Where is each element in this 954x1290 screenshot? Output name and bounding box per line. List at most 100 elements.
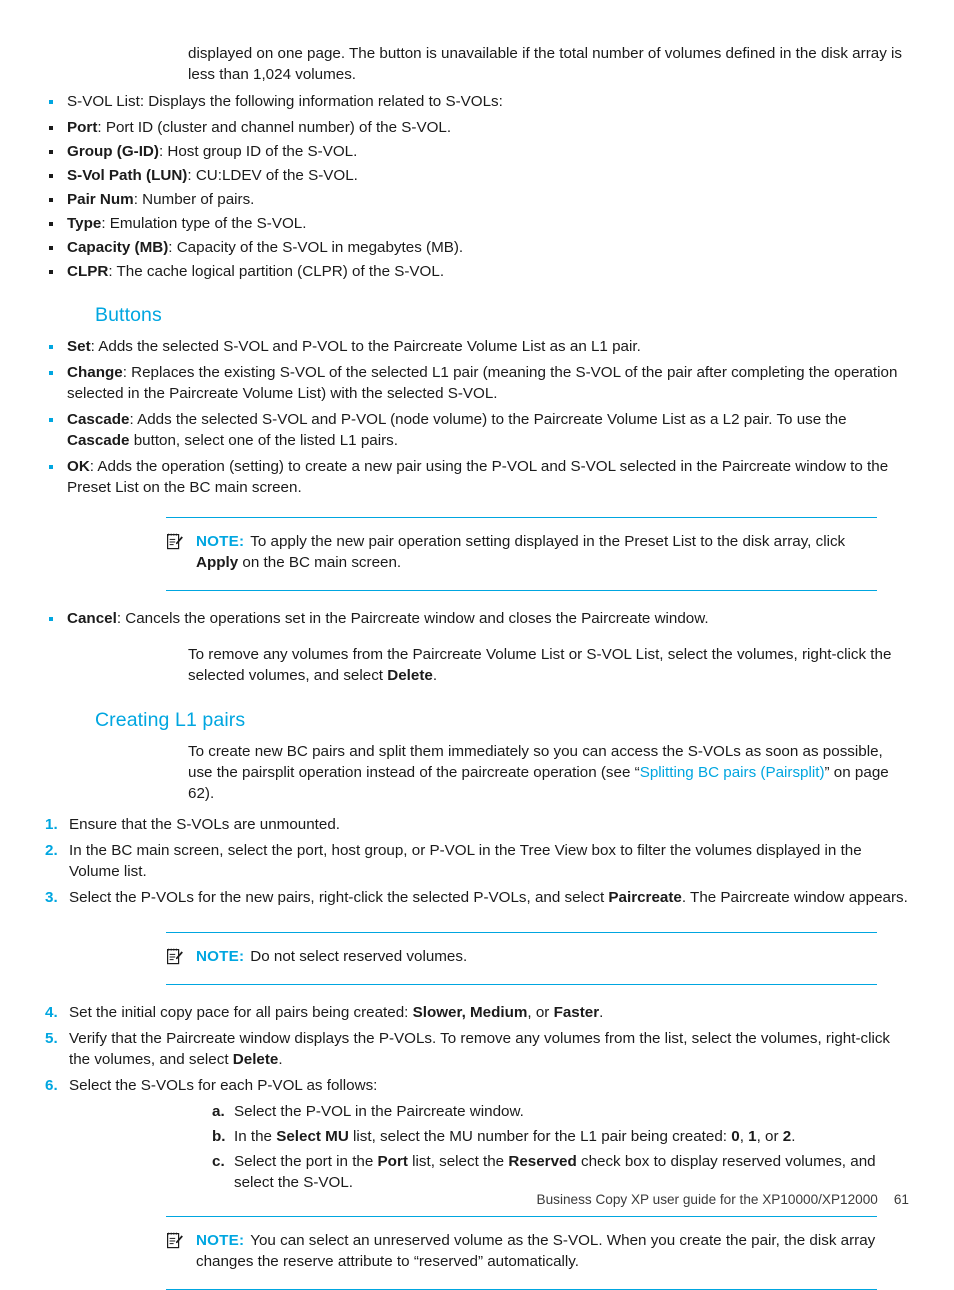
list-item: Set: Adds the selected S-VOL and P-VOL t… [45, 337, 909, 358]
term: Group (G-ID) [67, 142, 159, 160]
note-label: NOTE: [196, 948, 245, 966]
substep-text-5: . [791, 1127, 796, 1145]
step-number: 5. [45, 1030, 58, 1048]
step-text-2: , or [527, 1004, 554, 1022]
definition: : Cancels the operations set in the Pair… [116, 610, 709, 628]
emphasis: Delete [387, 667, 433, 685]
step-text-3: . [599, 1004, 604, 1022]
substep-text-1: Select the port in the [234, 1152, 378, 1170]
list-item: Cancel: Cancels the operations set in th… [45, 609, 909, 630]
emphasis: Delete [232, 1051, 279, 1068]
step-text-1: Verify that the Paircreate window displa… [69, 1030, 891, 1068]
term: Port [67, 118, 98, 136]
emphasis-2: Faster [553, 1004, 600, 1022]
emphasis: Paircreate [608, 889, 682, 907]
note-content: NOTE: Do not select reserved volumes. [166, 947, 877, 968]
step-number: 3. [45, 889, 58, 907]
list-item: CLPR: The cache logical partition (CLPR)… [45, 262, 909, 283]
buttons-list: Set: Adds the selected S-VOL and P-VOL t… [45, 337, 909, 499]
substep-letter: a. [212, 1102, 225, 1120]
page-footer: Business Copy XP user guide for the XP10… [0, 1192, 909, 1207]
definition: : Adds the operation (setting) to create… [67, 457, 889, 496]
term: Change [67, 363, 123, 381]
list-item: b. In the Select MU list, select the MU n… [212, 1127, 909, 1148]
list-item: OK: Adds the operation (setting) to crea… [45, 457, 909, 499]
substep-text-2: list, select the [407, 1152, 509, 1170]
definition-part-1: : Adds the selected S-VOL and P-VOL (nod… [129, 410, 847, 428]
emphasis: Select MU [276, 1127, 349, 1145]
list-item: S-VOL List: Displays the following infor… [45, 92, 909, 113]
substep-text-1: In the [234, 1127, 277, 1145]
term: Cascade [67, 410, 130, 428]
list-item: Pair Num: Number of pairs. [45, 190, 909, 211]
emphasis-4: 2 [782, 1127, 792, 1145]
list-item: S-Vol Path (LUN): CU:LDEV of the S-VOL. [45, 166, 909, 187]
definition: : The cache logical partition (CLPR) of … [108, 262, 445, 280]
list-item: 1. Ensure that the S-VOLs are unmounted. [45, 815, 909, 836]
list-item: Capacity (MB): Capacity of the S-VOL in … [45, 238, 909, 259]
continuation-paragraph: displayed on one page. The button is una… [188, 45, 902, 83]
note-label: NOTE: [196, 1231, 245, 1249]
document-page: displayed on one page. The button is una… [0, 0, 954, 1290]
definition: : Emulation type of the S-VOL. [101, 214, 307, 232]
definition: : Port ID (cluster and channel number) o… [97, 118, 452, 136]
step-number: 2. [45, 842, 58, 860]
paragraph-part-2: . [432, 667, 438, 685]
list-item: 4. Set the initial copy pace for all pair… [45, 1003, 909, 1024]
emphasis: Port [377, 1152, 408, 1170]
note-label: NOTE: [196, 533, 245, 551]
step-number: 6. [45, 1076, 58, 1094]
definition: : Capacity of the S-VOL in megabytes (MB… [168, 238, 464, 256]
substep-text-4: , or [756, 1127, 783, 1145]
substep-letter: b. [212, 1127, 226, 1145]
term: OK [67, 457, 90, 475]
step-text: In the BC main screen, select the port, … [69, 842, 862, 881]
step-text: Select the S-VOLs for each P-VOL as foll… [69, 1076, 378, 1094]
emphasis-2: 0 [731, 1127, 740, 1145]
note-box-unreserved: NOTE: You can select an unreserved volume… [166, 1215, 877, 1290]
page-number: 61 [893, 1192, 909, 1207]
substep-letter: c. [212, 1152, 225, 1170]
cross-reference-link[interactable]: Splitting BC pairs (Pairsplit) [640, 764, 825, 781]
definition-part-2: button, select one of the listed L1 pair… [129, 431, 398, 449]
substep-text-2: list, select the MU number for the L1 pa… [348, 1127, 732, 1145]
remove-volumes-paragraph: To remove any volumes from the Paircreat… [188, 645, 909, 687]
substep-text: Select the P-VOL in the Paircreate windo… [234, 1102, 524, 1120]
emphasis: Slower, Medium [412, 1004, 528, 1022]
heading-buttons: Buttons [95, 303, 162, 326]
list-item: Type: Emulation type of the S-VOL. [45, 214, 909, 235]
note-text: Do not select reserved volumes. [250, 948, 468, 966]
term: Capacity (MB) [67, 238, 169, 256]
list-item: c. Select the port in the Port list, sele… [212, 1152, 909, 1194]
emphasis: Cascade [67, 431, 130, 449]
list-item: 6. Select the S-VOLs for each P-VOL as fo… [45, 1076, 909, 1097]
list-item: Port: Port ID (cluster and channel numbe… [45, 118, 909, 139]
list-item: a. Select the P-VOL in the Paircreate win… [212, 1102, 909, 1123]
list-item: 2. In the BC main screen, select the port… [45, 841, 909, 883]
list-item: Cascade: Adds the selected S-VOL and P-V… [45, 410, 909, 452]
definition: : Replaces the existing S-VOL of the sel… [67, 363, 898, 402]
term: Type [67, 214, 102, 232]
step-text: Ensure that the S-VOLs are unmounted. [69, 816, 341, 834]
svol-list-label: S-VOL List: Displays the following infor… [67, 92, 503, 110]
steps-list-part-2: 4. Set the initial copy pace for all pair… [45, 1003, 909, 1097]
note-box-reserved: NOTE: Do not select reserved volumes. [166, 932, 877, 986]
heading-creating-l1-pairs: Creating L1 pairs [95, 709, 246, 732]
note-memo-icon [167, 1232, 183, 1249]
creating-l1-intro: To create new BC pairs and split them im… [188, 742, 909, 805]
step-text-1: Select the P-VOLs for the new pairs, rig… [69, 889, 609, 907]
svol-field-list: Port: Port ID (cluster and channel numbe… [45, 118, 909, 283]
emphasis-3: 1 [748, 1127, 757, 1145]
step-number: 1. [45, 816, 58, 834]
cancel-bullet-list: Cancel: Cancels the operations set in th… [45, 609, 909, 630]
note-text-1: To apply the new pair operation setting … [250, 533, 846, 551]
list-item: Change: Replaces the existing S-VOL of t… [45, 363, 909, 405]
step-text-1: Set the initial copy pace for all pairs … [69, 1004, 413, 1022]
note-memo-icon [167, 948, 183, 965]
step-number: 4. [45, 1004, 58, 1022]
list-item: 3. Select the P-VOLs for the new pairs, r… [45, 888, 909, 909]
note-content: NOTE: To apply the new pair operation set… [166, 532, 877, 574]
list-item: 5. Verify that the Paircreate window disp… [45, 1029, 909, 1071]
footer-title: Business Copy XP user guide for the XP10… [536, 1192, 878, 1207]
emphasis-2: Reserved [508, 1152, 577, 1170]
